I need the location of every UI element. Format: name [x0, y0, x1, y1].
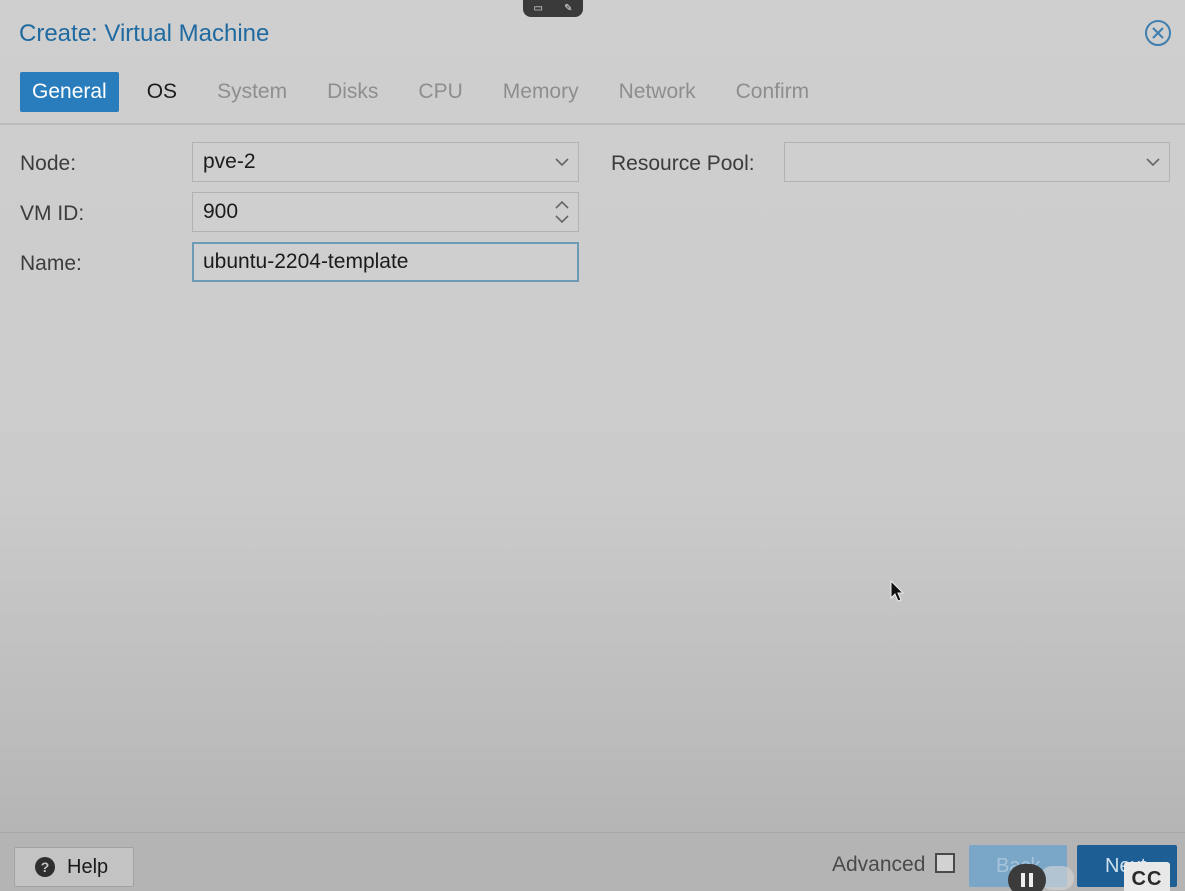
- tab-general[interactable]: General: [20, 72, 119, 112]
- tab-disks: Disks: [327, 80, 379, 103]
- captions-button[interactable]: CC: [1124, 862, 1170, 891]
- chevron-down-icon[interactable]: [554, 143, 570, 181]
- help-label: Help: [67, 855, 109, 878]
- spinner-arrows-icon[interactable]: [554, 193, 570, 231]
- resource-pool-label: Resource Pool:: [611, 152, 755, 175]
- tab-system: System: [217, 80, 288, 103]
- help-button[interactable]: ? Help: [14, 847, 134, 887]
- wizard-tabs: General OS System Disks CPU Memory Netwo…: [20, 72, 829, 112]
- pause-icon: [1021, 873, 1033, 887]
- dialog-title: Create: Virtual Machine: [19, 20, 270, 47]
- window-icon[interactable]: ▭: [534, 3, 543, 14]
- close-button[interactable]: [1144, 19, 1172, 47]
- close-icon[interactable]: [1144, 19, 1172, 47]
- screen-capture-toolbar[interactable]: ▭ ✎: [523, 0, 583, 17]
- create-vm-dialog: ▭ ✎ Create: Virtual Machine General OS S…: [0, 0, 1185, 891]
- tab-os[interactable]: OS: [127, 72, 197, 112]
- question-icon: ?: [35, 857, 55, 877]
- tab-memory: Memory: [502, 80, 579, 103]
- tab-cpu: CPU: [418, 80, 463, 103]
- name-input[interactable]: ubuntu-2204-template: [192, 242, 579, 282]
- name-label: Name:: [20, 252, 82, 275]
- tab-network: Network: [618, 80, 696, 103]
- node-select[interactable]: pve-2: [192, 142, 579, 182]
- tab-divider: [0, 123, 1185, 125]
- vmid-label: VM ID:: [20, 202, 85, 225]
- vmid-spinner[interactable]: 900: [192, 192, 579, 232]
- vmid-value: 900: [203, 200, 239, 223]
- name-value: ubuntu-2204-template: [203, 250, 409, 273]
- edit-icon[interactable]: ✎: [564, 3, 572, 14]
- advanced-label: Advanced: [832, 853, 926, 876]
- node-label: Node:: [20, 152, 77, 175]
- pause-button[interactable]: [1008, 864, 1046, 891]
- tab-confirm: Confirm: [735, 80, 810, 103]
- resource-pool-select[interactable]: [784, 142, 1170, 182]
- node-value: pve-2: [203, 150, 256, 173]
- chevron-down-icon[interactable]: [1145, 143, 1161, 181]
- advanced-checkbox[interactable]: [935, 853, 955, 873]
- mouse-cursor-icon: [890, 580, 905, 602]
